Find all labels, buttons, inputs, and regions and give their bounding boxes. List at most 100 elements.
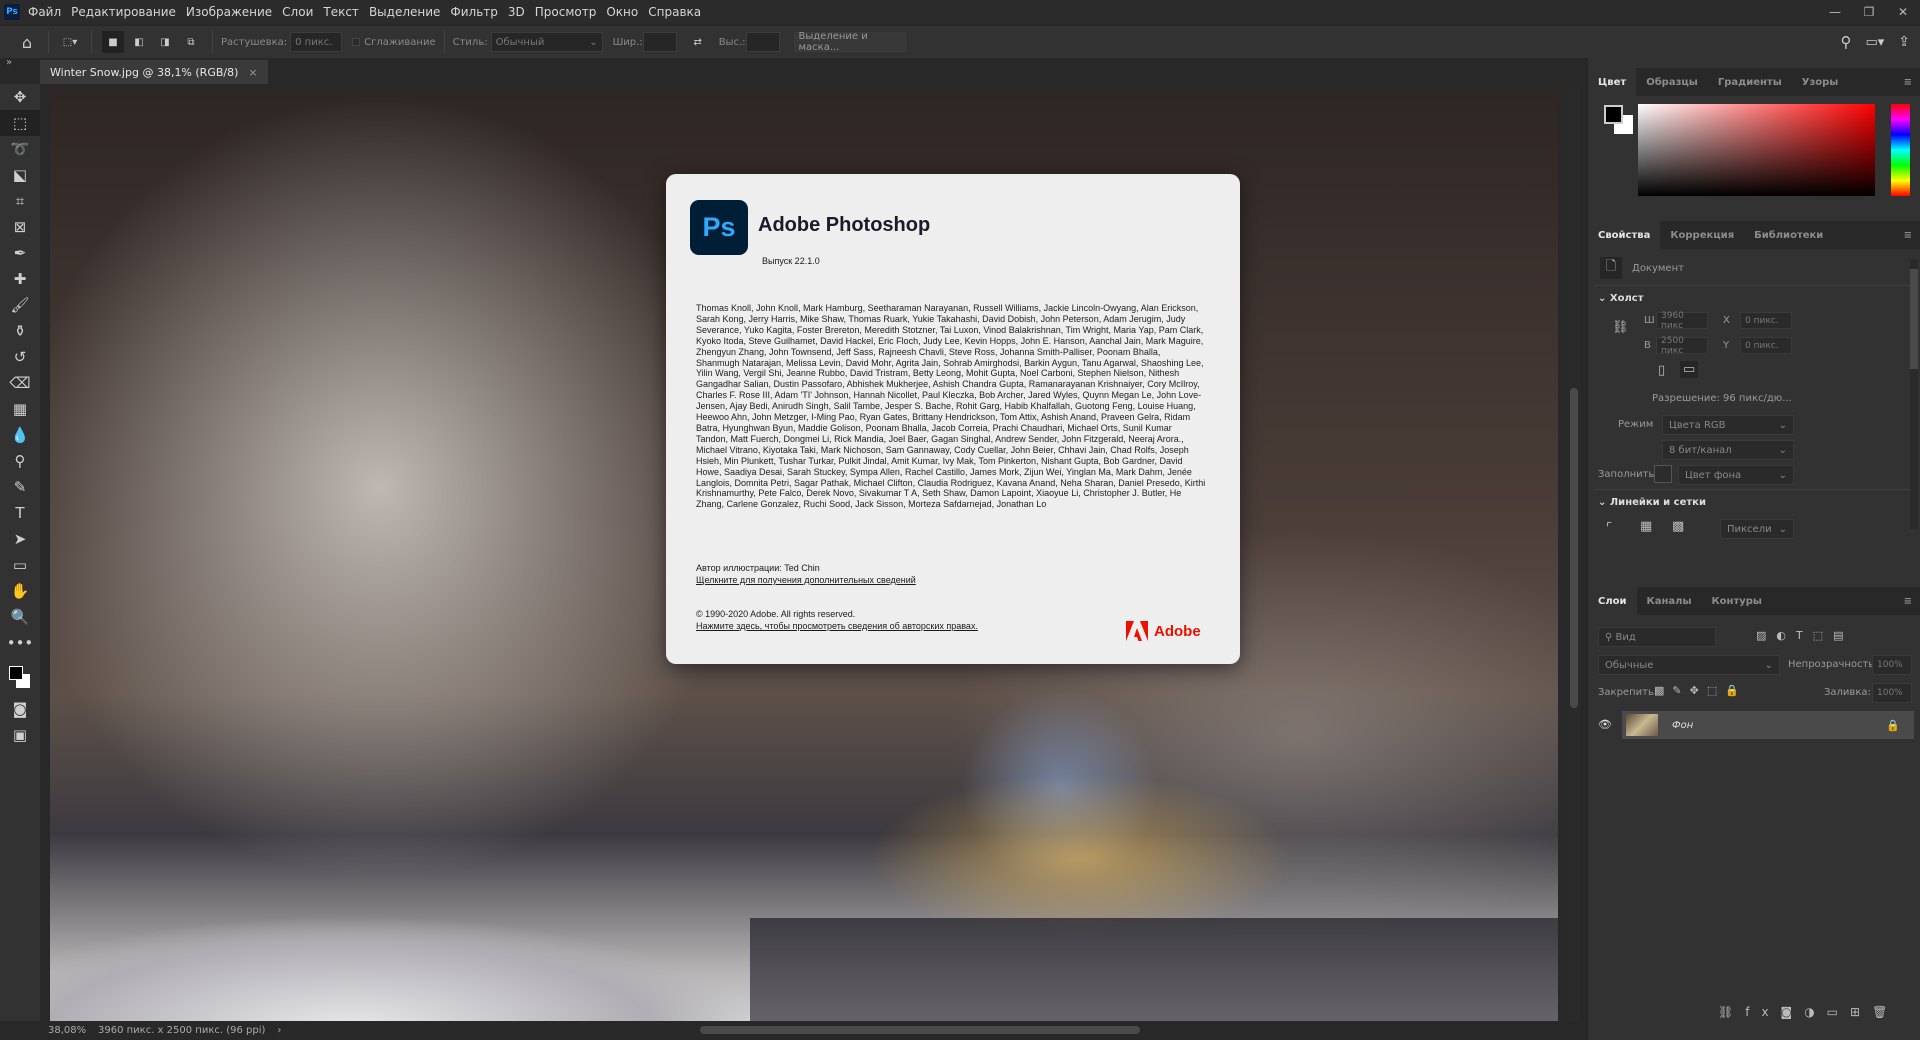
link-dimensions-icon[interactable]: ⛓: [1612, 320, 1629, 335]
canvas-section-header[interactable]: ⌄ Холст: [1598, 293, 1644, 304]
fill-input[interactable]: 100%: [1872, 683, 1912, 703]
color-mode-select[interactable]: Цвета RGB ⌄: [1662, 415, 1794, 435]
feather-input[interactable]: 0 пикс.: [290, 32, 343, 52]
fill-color-swatch[interactable]: [1654, 465, 1672, 483]
panel-menu-icon[interactable]: ≡: [1894, 596, 1920, 607]
tab-color[interactable]: Цвет: [1588, 68, 1637, 96]
object-select-tool-icon[interactable]: ⬕: [0, 162, 40, 188]
subtract-selection-icon[interactable]: ◨: [154, 31, 176, 53]
foreground-color-swatch[interactable]: [9, 666, 23, 680]
minimize-icon[interactable]: —: [1818, 5, 1852, 19]
clone-stamp-icon[interactable]: ⚱: [0, 318, 40, 344]
brush-tool-icon[interactable]: 🖌: [0, 292, 40, 318]
menu-view[interactable]: Просмотр: [535, 5, 597, 19]
workspace-icon[interactable]: ▭▾: [1865, 35, 1884, 50]
menu-window[interactable]: Окно: [606, 5, 638, 19]
quick-mask-icon[interactable]: ◙: [0, 696, 40, 722]
close-tab-icon[interactable]: ×: [248, 66, 257, 79]
layer-filter-icons[interactable]: ▨◐T⬚▤: [1756, 629, 1854, 642]
more-info-link[interactable]: Щелкните для получения дополнительных св…: [696, 574, 916, 586]
share-icon[interactable]: ⇪: [1898, 34, 1910, 50]
bit-depth-select[interactable]: 8 бит/канал ⌄: [1662, 440, 1794, 460]
layer-name[interactable]: Фон: [1672, 720, 1693, 731]
more-tools-icon[interactable]: •••: [0, 630, 40, 656]
scroll-thumb[interactable]: [1570, 388, 1578, 708]
screen-mode-icon[interactable]: ▣: [0, 722, 40, 748]
canvas-y-input[interactable]: 0 пикс.: [1740, 337, 1792, 354]
healing-brush-icon[interactable]: ✚: [0, 266, 40, 292]
rulers-icon[interactable]: ⌜: [1606, 521, 1612, 536]
document-tab[interactable]: Winter Snow.jpg @ 38,1% (RGB/8) ×: [40, 60, 268, 84]
tab-gradients[interactable]: Градиенты: [1708, 77, 1792, 88]
portrait-orientation-icon[interactable]: ▯: [1658, 363, 1665, 378]
select-and-mask-button[interactable]: Выделение и маска...: [793, 31, 906, 53]
crop-tool-icon[interactable]: ⌗: [0, 188, 40, 214]
menu-image[interactable]: Изображение: [186, 5, 272, 19]
eyedropper-tool-icon[interactable]: ✒: [0, 240, 40, 266]
menu-type[interactable]: Текст: [323, 5, 359, 19]
hue-slider[interactable]: [1891, 104, 1910, 196]
width-input[interactable]: [642, 32, 677, 52]
layer-bottom-actions[interactable]: ⛓fx◙◑▭⊞🗑: [1718, 1005, 1899, 1019]
style-select[interactable]: Обычный ⌄: [490, 32, 603, 52]
search-icon[interactable]: ⚲: [1840, 33, 1851, 51]
menu-edit[interactable]: Редактирование: [71, 5, 176, 19]
layer-row[interactable]: 👁 Фон 🔒: [1588, 711, 1914, 739]
status-menu-arrow-icon[interactable]: ›: [277, 1025, 281, 1036]
home-icon[interactable]: ⌂: [16, 31, 38, 53]
units-select[interactable]: Пиксели ⌄: [1720, 519, 1794, 539]
tab-layers[interactable]: Слои: [1588, 587, 1637, 615]
menu-filter[interactable]: Фильтр: [450, 5, 497, 19]
tab-properties[interactable]: Свойства: [1588, 221, 1661, 249]
pen-tool-icon[interactable]: ✎: [0, 474, 40, 500]
zoom-tool-icon[interactable]: 🔍: [0, 604, 40, 630]
vertical-scrollbar[interactable]: [1568, 88, 1580, 1021]
grid-icon[interactable]: ▦: [1640, 519, 1652, 534]
horizontal-scrollbar[interactable]: [700, 1026, 1140, 1034]
dodge-tool-icon[interactable]: ⚲: [0, 448, 40, 474]
rectangle-tool-icon[interactable]: ▭: [0, 552, 40, 578]
opacity-input[interactable]: 100%: [1872, 655, 1912, 675]
menu-3d[interactable]: 3D: [508, 5, 525, 19]
type-tool-icon[interactable]: T: [0, 500, 40, 526]
visibility-eye-icon[interactable]: 👁: [1588, 711, 1622, 739]
tab-channels[interactable]: Каналы: [1637, 596, 1702, 607]
antialias-checkbox[interactable]: [352, 38, 361, 46]
swap-icon[interactable]: ⇄: [687, 31, 709, 53]
menu-layers[interactable]: Слои: [282, 5, 313, 19]
new-selection-icon[interactable]: ■: [102, 31, 124, 53]
rulers-section-header[interactable]: ⌄ Линейки и сетки: [1598, 497, 1706, 508]
landscape-orientation-icon[interactable]: ▭: [1680, 361, 1699, 378]
path-select-icon[interactable]: ➤: [0, 526, 40, 552]
blend-mode-select[interactable]: Обычные ⌄: [1598, 655, 1780, 675]
restore-icon[interactable]: ❐: [1852, 5, 1886, 19]
layer-filter-select[interactable]: ⚲ Вид: [1598, 627, 1716, 647]
menu-help[interactable]: Справка: [648, 5, 701, 19]
properties-scrollbar[interactable]: [1910, 259, 1918, 529]
height-input[interactable]: [745, 32, 780, 52]
panel-menu-icon[interactable]: ≡: [1894, 230, 1920, 241]
marquee-tool-icon[interactable]: ⬚: [0, 110, 40, 136]
zoom-level[interactable]: 38,08%: [48, 1025, 94, 1036]
blur-tool-icon[interactable]: 💧: [0, 422, 40, 448]
hand-tool-icon[interactable]: ✋: [0, 578, 40, 604]
eraser-tool-icon[interactable]: ⌫: [0, 370, 40, 396]
menu-file[interactable]: Файл: [28, 5, 61, 19]
panel-menu-icon[interactable]: ≡: [1894, 77, 1920, 88]
menu-select[interactable]: Выделение: [369, 5, 440, 19]
color-swatches[interactable]: [0, 656, 40, 696]
gradient-tool-icon[interactable]: ▦: [0, 396, 40, 422]
tab-swatches[interactable]: Образцы: [1636, 77, 1708, 88]
move-tool-icon[interactable]: ✥: [0, 84, 40, 110]
scroll-thumb[interactable]: [1910, 269, 1918, 369]
intersect-selection-icon[interactable]: ⧉: [180, 31, 202, 53]
canvas-width-input[interactable]: 3960 пикс: [1656, 311, 1708, 331]
add-selection-icon[interactable]: ◧: [128, 31, 150, 53]
canvas-height-input[interactable]: 2500 пикс: [1656, 336, 1708, 356]
frame-tool-icon[interactable]: ⊠: [0, 214, 40, 240]
color-field[interactable]: [1638, 104, 1875, 196]
history-brush-icon[interactable]: ↺: [0, 344, 40, 370]
tab-paths[interactable]: Контуры: [1702, 596, 1772, 607]
marquee-preset-icon[interactable]: ⬚▾: [59, 31, 81, 53]
tab-patterns[interactable]: Узоры: [1792, 77, 1849, 88]
